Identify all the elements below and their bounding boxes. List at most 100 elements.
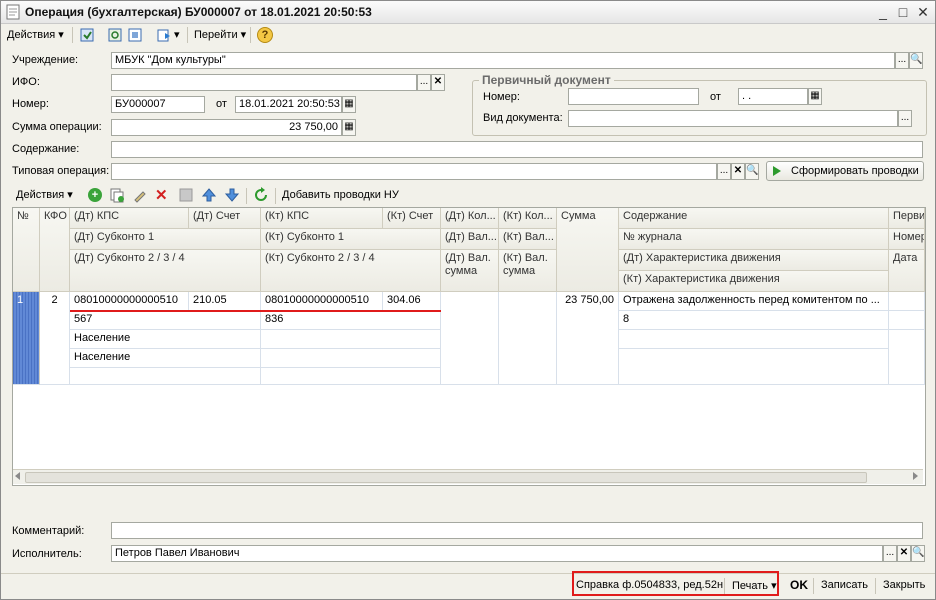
col-header-kt-movement[interactable]: (Кт) Характеристика движения: [619, 271, 889, 292]
row-dt-subkonto2[interactable]: Население: [70, 330, 261, 349]
close-window-button[interactable]: ✕: [915, 4, 931, 20]
row-dt-movement[interactable]: [619, 330, 889, 349]
move-down-icon[interactable]: [224, 187, 240, 206]
doc-type-select-button[interactable]: ...: [898, 110, 912, 127]
help-icon[interactable]: ?: [257, 27, 273, 43]
typical-clear-icon[interactable]: ✕: [731, 163, 745, 180]
generate-postings-button[interactable]: Сформировать проводки: [766, 161, 924, 181]
edit-row-icon[interactable]: [132, 187, 148, 206]
row-kt-subkonto3[interactable]: [261, 349, 441, 368]
add-row-icon[interactable]: +: [88, 188, 102, 202]
move-up-icon[interactable]: [201, 187, 217, 206]
typical-operation-field[interactable]: [111, 163, 717, 180]
structure-icon[interactable]: [127, 26, 143, 44]
row-kt-kps[interactable]: 08010000000000510: [261, 292, 383, 311]
save-button[interactable]: Записать: [821, 579, 868, 591]
horizontal-scrollbar[interactable]: [13, 469, 923, 484]
comment-field[interactable]: [111, 522, 923, 539]
based-on-icon[interactable]: ▾: [156, 26, 180, 44]
row-dt-kps[interactable]: 08010000000000510: [70, 292, 189, 311]
row-dt-qty[interactable]: [441, 292, 499, 385]
ifo-select-button[interactable]: ...: [417, 74, 431, 91]
col-header-dt-account[interactable]: (Дт) Счет: [189, 208, 261, 229]
refresh-doc-icon[interactable]: [107, 26, 123, 44]
col-header-kt-account[interactable]: (Кт) Счет: [383, 208, 441, 229]
typical-search-icon[interactable]: 🔍: [745, 163, 759, 180]
scroll-left-icon[interactable]: [15, 472, 20, 480]
col-header-kt-subkonto234[interactable]: (Кт) Субконто 2 / 3 / 4: [261, 250, 441, 292]
row-kt-subkonto2[interactable]: [261, 330, 441, 349]
minimize-button[interactable]: _: [875, 4, 891, 20]
date-field[interactable]: 18.01.2021 20:50:53: [235, 96, 342, 113]
primary-number-field[interactable]: [568, 88, 699, 105]
row-kt-account[interactable]: 304.06: [383, 292, 441, 311]
row-dt-account[interactable]: 210.05: [189, 292, 261, 311]
primary-date-calendar-icon[interactable]: ▦: [808, 88, 822, 105]
content-field[interactable]: [111, 141, 923, 158]
end-edit-icon[interactable]: [178, 187, 194, 206]
number-field[interactable]: БУ000007: [111, 96, 205, 113]
add-nu-postings-button[interactable]: Добавить проводки НУ: [282, 186, 399, 204]
col-header-kfo[interactable]: КФО: [40, 208, 70, 292]
post-and-close-icon[interactable]: [79, 26, 95, 44]
col-header-kt-cur[interactable]: (Кт) Вал...: [499, 229, 557, 250]
col-header-kt-kps[interactable]: (Кт) КПС: [261, 208, 383, 229]
delete-row-icon[interactable]: ✕: [155, 186, 168, 204]
col-header-kt-cur-sum[interactable]: (Кт) Вал. сумма: [499, 250, 557, 292]
row-dt-subkonto4[interactable]: [70, 368, 261, 385]
refresh-icon[interactable]: [253, 187, 269, 206]
col-header-num[interactable]: №: [13, 208, 40, 292]
typical-select-button[interactable]: ...: [717, 163, 731, 180]
executor-search-icon[interactable]: 🔍: [911, 545, 925, 562]
row-kt-subkonto4[interactable]: [261, 368, 441, 385]
row-kfo[interactable]: 2: [40, 292, 70, 385]
row-primary[interactable]: [889, 292, 925, 311]
print-menu[interactable]: Печать ▾: [732, 579, 777, 592]
col-header-date[interactable]: Дата: [889, 250, 925, 292]
row-primary-date[interactable]: [889, 330, 925, 385]
ok-button[interactable]: OK: [790, 578, 808, 592]
ifo-field[interactable]: [111, 74, 417, 91]
col-header-journal[interactable]: № журнала: [619, 229, 889, 250]
row-content[interactable]: Отражена задолженность перед комитентом …: [619, 292, 889, 311]
scroll-right-icon[interactable]: [913, 472, 918, 480]
col-header-dt-subkonto1[interactable]: (Дт) Субконто 1: [70, 229, 261, 250]
col-header-dt-cur[interactable]: (Дт) Вал...: [441, 229, 499, 250]
col-header-dt-kps[interactable]: (Дт) КПС: [70, 208, 189, 229]
col-header-primary[interactable]: Перви: [889, 208, 925, 229]
col-header-dt-movement[interactable]: (Дт) Характеристика движения: [619, 250, 889, 271]
grid-actions-menu[interactable]: Действия ▾: [16, 186, 73, 204]
date-calendar-icon[interactable]: ▦: [342, 96, 356, 113]
institution-select-button[interactable]: ...: [895, 52, 909, 69]
goto-menu[interactable]: Перейти ▾: [194, 26, 246, 44]
col-header-sum[interactable]: Сумма: [557, 208, 619, 292]
maximize-button[interactable]: □: [895, 4, 911, 20]
row-primary-number[interactable]: [889, 311, 925, 330]
executor-clear-icon[interactable]: ✕: [897, 545, 911, 562]
primary-date-field[interactable]: . .: [738, 88, 808, 105]
row-kt-qty[interactable]: [499, 292, 557, 385]
copy-row-icon[interactable]: [109, 187, 125, 206]
row-journal[interactable]: 8: [619, 311, 889, 330]
doc-type-field[interactable]: [568, 110, 898, 127]
row-kt-subkonto1[interactable]: 836: [261, 311, 441, 330]
executor-select-button[interactable]: ...: [883, 545, 897, 562]
executor-field[interactable]: Петров Павел Иванович: [111, 545, 883, 562]
amount-field[interactable]: 23 750,00: [111, 119, 342, 136]
row-dt-subkonto1[interactable]: 567: [70, 311, 261, 330]
row-kt-movement[interactable]: [619, 349, 889, 385]
col-header-dt-qty[interactable]: (Дт) Кол...: [441, 208, 499, 229]
close-button[interactable]: Закрыть: [883, 579, 925, 591]
amount-calculator-icon[interactable]: ▦: [342, 119, 356, 136]
row-sum[interactable]: 23 750,00: [557, 292, 619, 385]
col-header-dt-subkonto234[interactable]: (Дт) Субконто 2 / 3 / 4: [70, 250, 261, 292]
col-header-kt-subkonto1[interactable]: (Кт) Субконто 1: [261, 229, 441, 250]
col-header-content[interactable]: Содержание: [619, 208, 889, 229]
actions-menu[interactable]: Действия ▾: [7, 26, 64, 44]
spravka-link[interactable]: Справка ф.0504833, ред.52н: [576, 579, 723, 591]
ifo-clear-icon[interactable]: ✕: [431, 74, 445, 91]
scroll-thumb[interactable]: [25, 472, 867, 483]
row-dt-subkonto3[interactable]: Население: [70, 349, 261, 368]
col-header-kt-qty[interactable]: (Кт) Кол...: [499, 208, 557, 229]
institution-search-icon[interactable]: 🔍: [909, 52, 923, 69]
